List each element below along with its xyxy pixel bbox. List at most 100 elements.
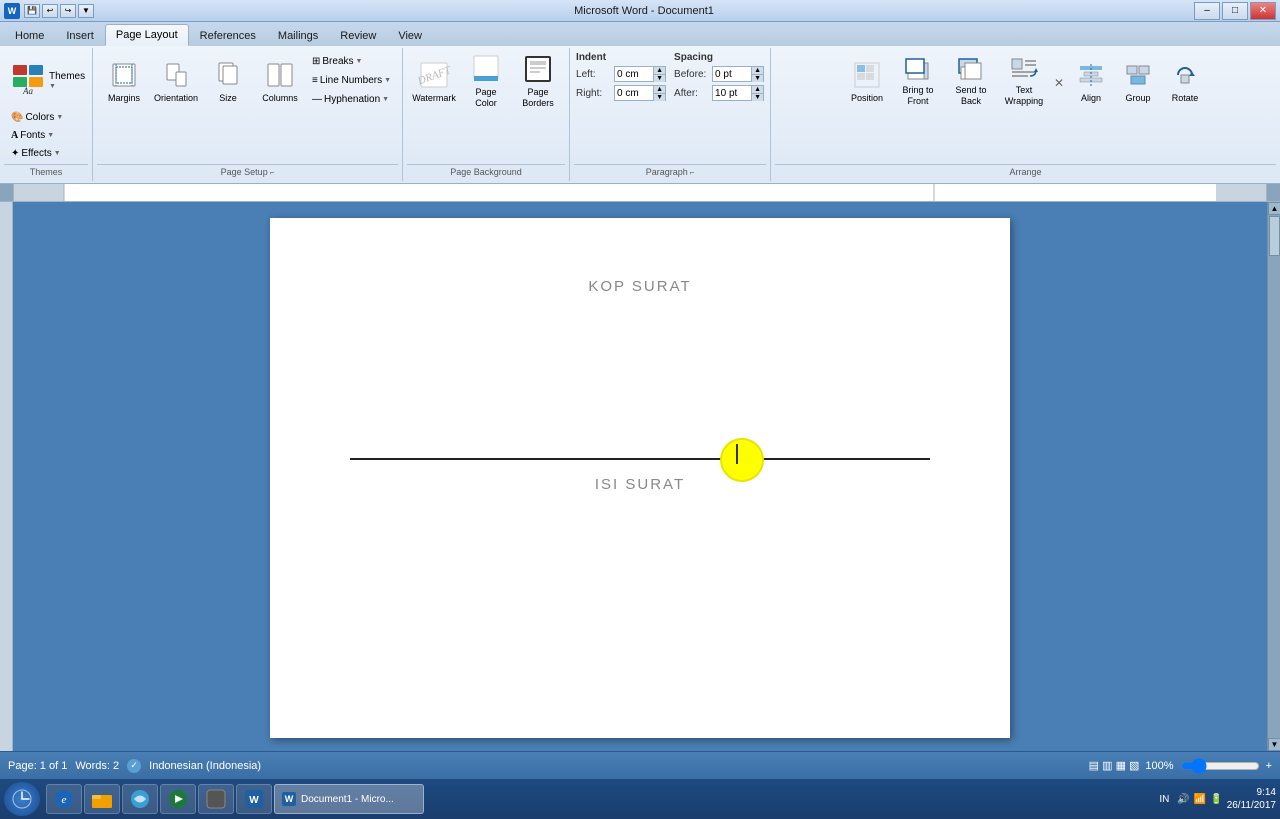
indent-right-input[interactable]: ▲ ▼ — [614, 85, 666, 101]
status-right: ▤ ▥ ▦ ▧ 100% + — [1089, 759, 1272, 772]
taskbar-folder[interactable] — [84, 784, 120, 814]
text-wrapping-button[interactable]: TextWrapping — [998, 52, 1050, 110]
spacing-after-input[interactable]: ▲ ▼ — [712, 85, 764, 101]
customize-btn[interactable]: ▼ — [78, 4, 94, 18]
indent-left-input[interactable]: ▲ ▼ — [614, 66, 666, 82]
tab-insert[interactable]: Insert — [55, 24, 105, 46]
send-to-back-icon — [955, 55, 987, 83]
tab-page-layout[interactable]: Page Layout — [105, 24, 189, 46]
app-icon: W — [4, 3, 20, 19]
vertical-ruler — [0, 202, 13, 751]
hyphenation-icon: — — [312, 94, 322, 105]
taskbar-word-active[interactable]: W Document1 - Micro... — [274, 784, 424, 814]
position-icon — [851, 59, 883, 91]
tab-review[interactable]: Review — [329, 24, 387, 46]
minimize-btn[interactable]: – — [1194, 2, 1220, 20]
vertical-scrollbar[interactable]: ▲ ▼ — [1267, 202, 1280, 751]
watermark-button[interactable]: DRAFT Watermark — [409, 52, 459, 110]
spell-check-icon[interactable]: ✓ — [127, 759, 141, 773]
taskbar-unknown2[interactable]: W — [236, 784, 272, 814]
fonts-button[interactable]: A Fonts ▼ — [6, 126, 86, 144]
start-button[interactable] — [4, 782, 40, 816]
columns-button[interactable]: Columns — [255, 52, 305, 110]
bring-to-front-button[interactable]: Bring toFront — [892, 52, 944, 110]
zoom-level: 100% — [1145, 760, 1173, 772]
svg-text:W: W — [285, 794, 294, 804]
save-quick-btn[interactable]: 💾 — [24, 4, 40, 18]
page-borders-button[interactable]: Page Borders — [513, 52, 563, 110]
indent-right-value[interactable] — [617, 88, 655, 99]
scroll-track[interactable] — [1268, 215, 1280, 738]
page-borders-icon — [522, 53, 554, 85]
indent-right-down[interactable]: ▼ — [653, 94, 665, 101]
hyphenation-button[interactable]: — Hyphenation ▼ — [307, 90, 396, 108]
columns-icon — [264, 59, 296, 91]
taskbar-mediaplayer[interactable] — [160, 784, 196, 814]
system-tray: IN 🔊 📶 🔋 9:14 26/11/2017 — [1159, 786, 1276, 812]
rotate-button[interactable]: Rotate — [1162, 52, 1208, 110]
scroll-down-btn[interactable]: ▼ — [1268, 738, 1280, 751]
indent-left-up[interactable]: ▲ — [653, 67, 665, 75]
size-button[interactable]: Size — [203, 52, 253, 110]
hyphenation-arrow: ▼ — [382, 96, 389, 103]
group-button[interactable]: Group — [1115, 52, 1161, 110]
indent-left-label: Left: — [576, 69, 612, 80]
spacing-after-down[interactable]: ▼ — [751, 94, 763, 101]
close-arrange-button[interactable]: ✕ — [1051, 73, 1067, 93]
indent-right-up[interactable]: ▲ — [653, 86, 665, 94]
document-page[interactable]: KOP SURAT ISI SURAT — [270, 218, 1010, 738]
watermark-label: Watermark — [412, 93, 456, 104]
zoom-slider[interactable] — [1180, 760, 1260, 772]
scroll-up-btn[interactable]: ▲ — [1268, 202, 1280, 215]
themes-icon: Aa — [11, 62, 45, 98]
spacing-before-up[interactable]: ▲ — [751, 67, 763, 75]
indent-left-down[interactable]: ▼ — [653, 75, 665, 82]
margins-button[interactable]: Margins — [99, 52, 149, 110]
scroll-thumb[interactable] — [1269, 216, 1280, 256]
spacing-before-input[interactable]: ▲ ▼ — [712, 66, 764, 82]
orientation-icon — [160, 59, 192, 91]
lang-indicator: IN — [1159, 794, 1169, 805]
redo-btn[interactable]: ↪ — [60, 4, 76, 18]
network-icon: 📶 — [1194, 794, 1206, 805]
columns-label: Columns — [262, 93, 298, 104]
document-scroll-area[interactable]: KOP SURAT ISI SURAT — [13, 202, 1267, 751]
page-color-label: Page Color — [464, 87, 508, 109]
paragraph-expand[interactable]: ⌐ — [690, 168, 695, 177]
spacing-after-value[interactable] — [715, 88, 753, 99]
effects-button[interactable]: ✦ Effects ▼ — [6, 144, 86, 162]
colors-icon: 🎨 — [11, 112, 23, 123]
spacing-before-value[interactable] — [715, 69, 753, 80]
taskbar-ie[interactable]: e — [46, 784, 82, 814]
tab-mailings[interactable]: Mailings — [267, 24, 329, 46]
paragraph-settings: Indent Left: ▲ ▼ Right: — [576, 52, 764, 102]
colors-arrow: ▼ — [56, 114, 63, 121]
bring-to-front-label: Bring toFront — [902, 85, 933, 107]
tab-home[interactable]: Home — [4, 24, 55, 46]
themes-button[interactable]: Aa Themes ▼ — [6, 52, 86, 108]
tab-view[interactable]: View — [387, 24, 433, 46]
taskbar-unknown1[interactable] — [198, 784, 234, 814]
taskbar-date-value: 26/11/2017 — [1227, 799, 1276, 812]
taskbar-word-label: Document1 - Micro... — [301, 794, 394, 805]
breaks-button[interactable]: ⊞ Breaks ▼ — [307, 52, 396, 70]
page-setup-expand[interactable]: ⌐ — [270, 168, 275, 177]
line-numbers-button[interactable]: ≡ Line Numbers ▼ — [307, 71, 396, 89]
page-color-button[interactable]: Page Color — [461, 52, 511, 110]
taskbar-explorer[interactable] — [122, 784, 158, 814]
send-to-back-button[interactable]: Send toBack — [945, 52, 997, 110]
orientation-button[interactable]: Orientation — [151, 52, 201, 110]
position-button[interactable]: Position — [843, 52, 891, 110]
zoom-in-btn[interactable]: + — [1266, 760, 1272, 772]
maximize-btn[interactable]: □ — [1222, 2, 1248, 20]
ruler-left-corner — [0, 184, 13, 202]
undo-btn[interactable]: ↩ — [42, 4, 58, 18]
colors-button[interactable]: 🎨 Colors ▼ — [6, 108, 86, 126]
close-btn[interactable]: ✕ — [1250, 2, 1276, 20]
fonts-arrow: ▼ — [47, 132, 54, 139]
tab-references[interactable]: References — [189, 24, 267, 46]
align-button[interactable]: Align — [1068, 52, 1114, 110]
indent-left-value[interactable] — [617, 69, 655, 80]
spacing-before-down[interactable]: ▼ — [751, 75, 763, 82]
spacing-after-up[interactable]: ▲ — [751, 86, 763, 94]
